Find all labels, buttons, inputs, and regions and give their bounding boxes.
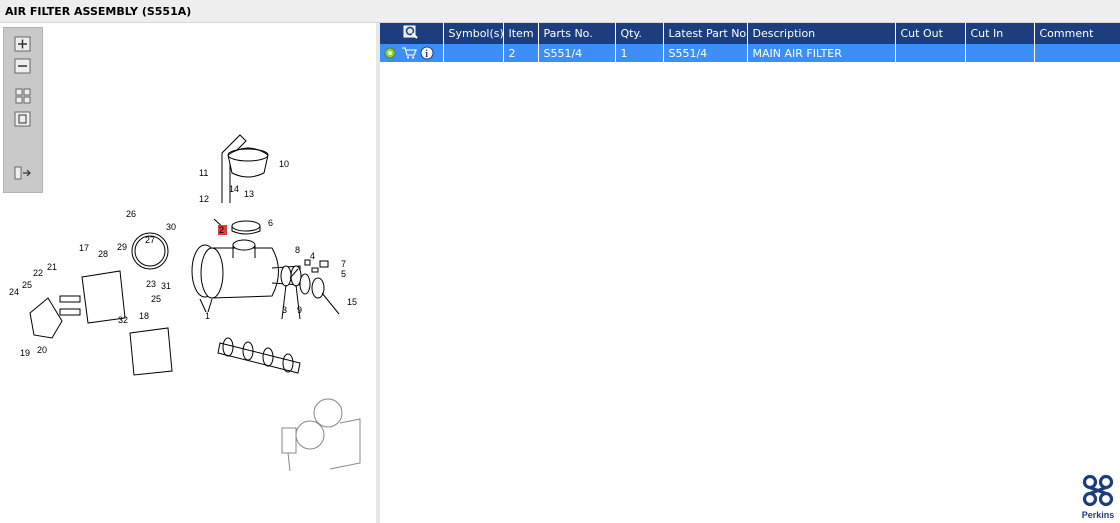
svg-text:17: 17 — [79, 243, 89, 253]
svg-text:27: 27 — [145, 235, 155, 245]
svg-text:28: 28 — [98, 249, 108, 259]
title-bar: AIR FILTER ASSEMBLY (S551A) — [0, 0, 1120, 23]
cell-comment — [1034, 44, 1120, 62]
header-cut-in[interactable]: Cut In — [965, 23, 1035, 44]
svg-text:2: 2 — [219, 225, 224, 235]
svg-text:5: 5 — [341, 269, 346, 279]
svg-text:23: 23 — [146, 279, 156, 289]
svg-text:13: 13 — [244, 189, 254, 199]
header-comment[interactable]: Comment — [1034, 23, 1120, 44]
header-item[interactable]: Item — [503, 23, 539, 44]
fit-all-icon[interactable] — [13, 88, 33, 104]
header-parts-no[interactable]: Parts No. — [538, 23, 616, 44]
cell-qty: 1 — [615, 44, 664, 62]
svg-text:7: 7 — [341, 259, 346, 269]
cell-parts-no: S551/4 — [538, 44, 616, 62]
svg-text:24: 24 — [9, 287, 19, 297]
svg-text:20: 20 — [37, 345, 47, 355]
svg-text:10: 10 — [279, 159, 289, 169]
svg-text:9: 9 — [297, 305, 302, 315]
svg-text:29: 29 — [117, 242, 127, 252]
cell-cut-out — [895, 44, 966, 62]
magnifier-icon[interactable] — [403, 25, 419, 39]
svg-text:1: 1 — [205, 311, 210, 321]
fit-window-icon[interactable] — [13, 111, 33, 127]
svg-text:21: 21 — [47, 262, 57, 272]
svg-text:26: 26 — [126, 209, 136, 219]
svg-text:12: 12 — [199, 194, 209, 204]
svg-text:3: 3 — [282, 305, 287, 315]
svg-text:32: 32 — [118, 315, 128, 325]
header-tools[interactable] — [380, 23, 444, 44]
parts-table-panel: Symbol(s) Item Parts No. Qty. Latest Par… — [380, 23, 1120, 62]
cell-symbols — [443, 44, 504, 62]
svg-text:14: 14 — [229, 184, 239, 194]
row-actions: i — [380, 44, 444, 62]
svg-text:11: 11 — [199, 168, 208, 178]
exploded-parts-diagram[interactable]: 1 2 3 4 5 6 7 8 9 10 11 12 13 14 15 18 1… — [0, 23, 376, 523]
page-title: AIR FILTER ASSEMBLY (S551A) — [5, 5, 192, 18]
svg-text:30: 30 — [166, 222, 176, 232]
svg-text:15: 15 — [347, 297, 357, 307]
perkins-logo-mark — [1082, 474, 1114, 507]
svg-text:19: 19 — [20, 348, 30, 358]
cart-icon[interactable] — [401, 46, 417, 60]
header-description[interactable]: Description — [747, 23, 896, 44]
cell-item: 2 — [503, 44, 539, 62]
svg-text:18: 18 — [139, 311, 149, 321]
header-latest-part-no[interactable]: Latest Part No. — [663, 23, 748, 44]
svg-text:25: 25 — [151, 294, 161, 304]
header-symbols[interactable]: Symbol(s) — [443, 23, 504, 44]
diagram-toolbox — [3, 27, 43, 193]
svg-text:25: 25 — [22, 280, 32, 290]
svg-text:8: 8 — [295, 245, 300, 255]
diagram-pane[interactable]: 1 2 3 4 5 6 7 8 9 10 11 12 13 14 15 18 1… — [0, 23, 376, 523]
table-row[interactable]: i 2 S551/4 1 S551/4 MAIN AIR FILTER — [380, 44, 1120, 62]
zoom-in-icon[interactable] — [13, 36, 33, 52]
perkins-logo: Perkins — [1076, 474, 1120, 522]
cell-cut-in — [965, 44, 1035, 62]
table-header-row: Symbol(s) Item Parts No. Qty. Latest Par… — [380, 23, 1120, 44]
pane-splitter[interactable] — [376, 23, 380, 523]
svg-text:22: 22 — [33, 268, 43, 278]
header-qty[interactable]: Qty. — [615, 23, 664, 44]
parts-table: Symbol(s) Item Parts No. Qty. Latest Par… — [380, 23, 1120, 62]
panel-toggle-icon[interactable] — [13, 165, 33, 181]
svg-text:6: 6 — [268, 218, 273, 228]
add-to-list-icon[interactable] — [383, 46, 397, 60]
brand-name: Perkins — [1081, 510, 1115, 520]
header-cut-out[interactable]: Cut Out — [895, 23, 966, 44]
svg-text:i: i — [425, 49, 428, 60]
cell-latest-part-no: S551/4 — [663, 44, 748, 62]
cell-description: MAIN AIR FILTER — [747, 44, 896, 62]
info-icon[interactable]: i — [420, 46, 434, 60]
zoom-out-icon[interactable] — [13, 58, 33, 74]
svg-text:4: 4 — [310, 251, 315, 261]
svg-text:31: 31 — [161, 281, 171, 291]
